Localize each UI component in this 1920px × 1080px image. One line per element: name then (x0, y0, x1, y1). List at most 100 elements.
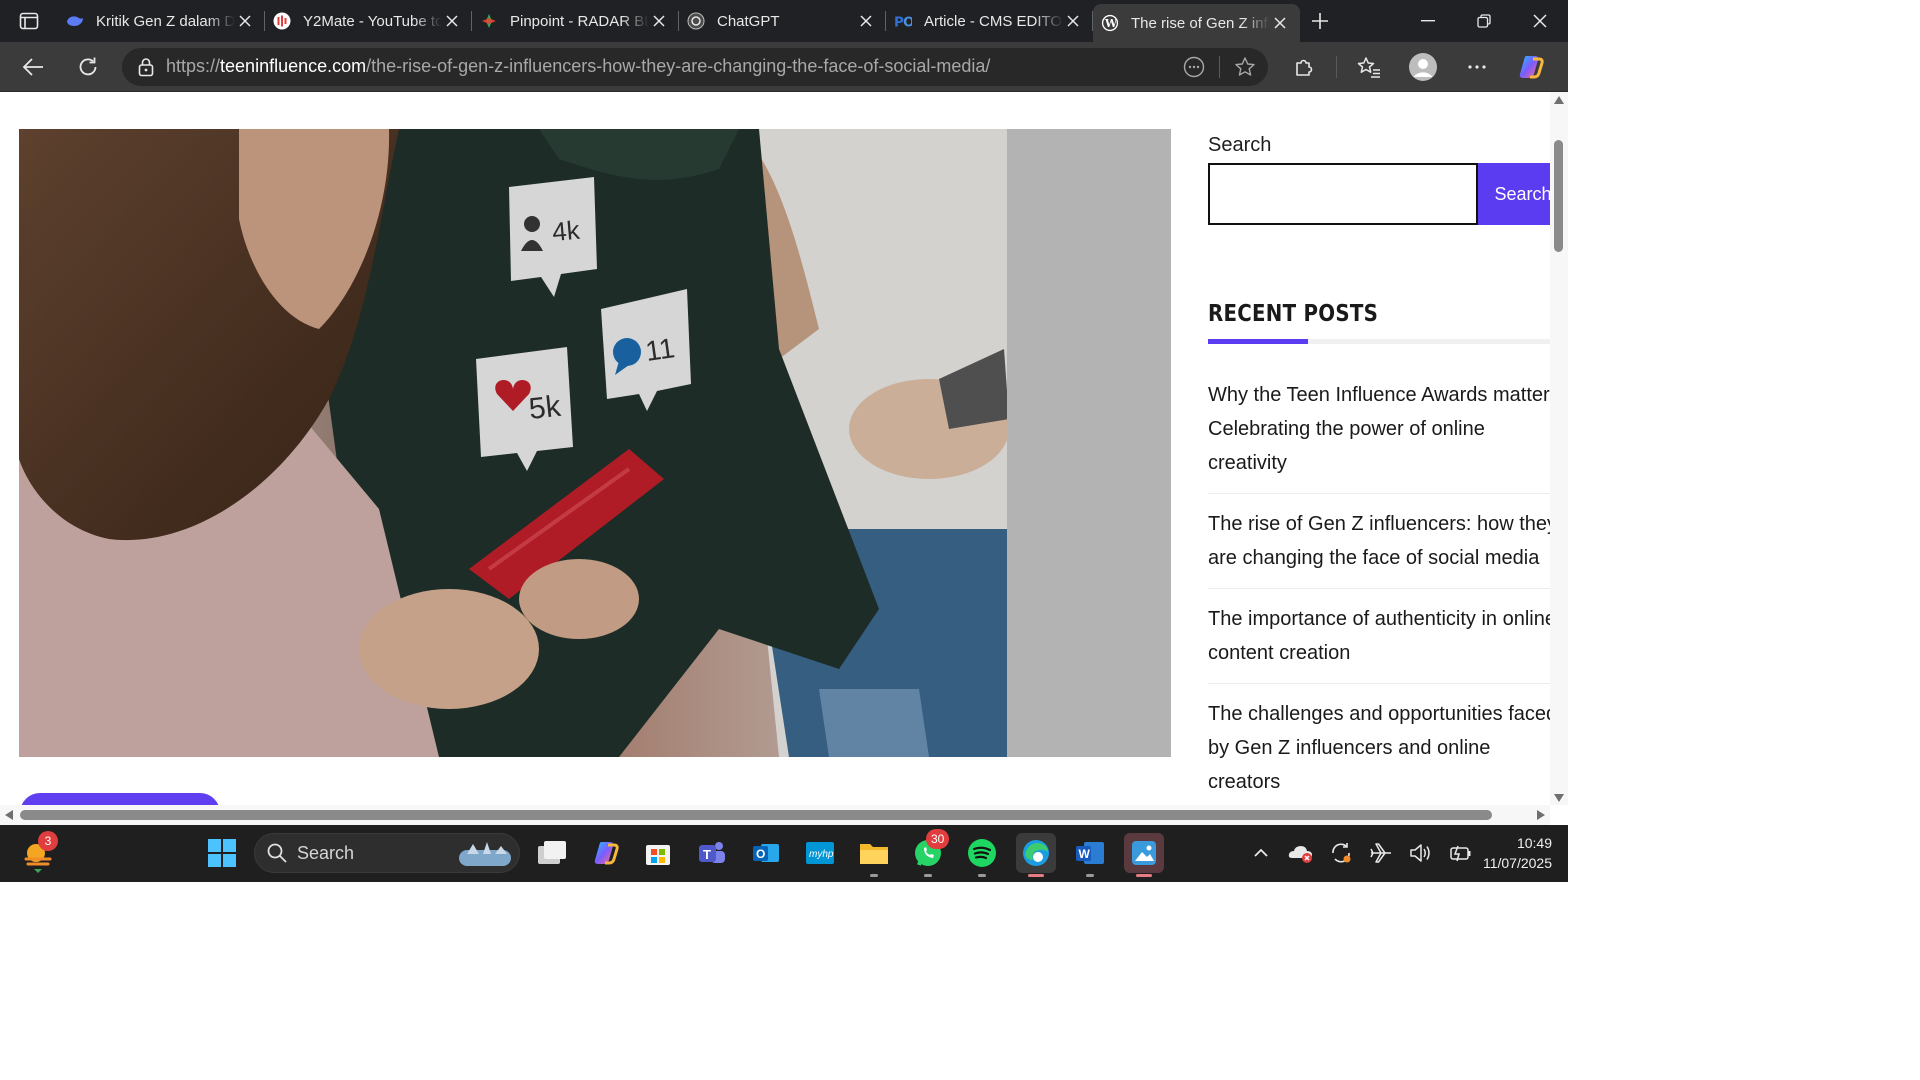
close-tab-icon[interactable] (235, 11, 255, 31)
scroll-left-arrow-icon[interactable] (4, 809, 14, 821)
svg-text:W: W (1079, 847, 1091, 861)
cms-po-icon: PO (894, 12, 912, 30)
scroll-down-arrow-icon[interactable] (1553, 793, 1565, 803)
horizontal-scrollbar-thumb[interactable] (20, 810, 1492, 820)
browser-tab[interactable]: Kritik Gen Z dalam Dunia (58, 0, 265, 42)
recent-post-link[interactable]: The challenges and opportunities faced b… (1208, 697, 1550, 805)
tab-title: The rise of Gen Z influencers (1131, 14, 1270, 32)
task-view-button[interactable] (532, 833, 572, 873)
recent-post-link[interactable]: The importance of authenticity in online… (1208, 602, 1550, 684)
sidebar: Search Search RECENT POSTS Why the Teen … (1208, 129, 1550, 805)
microsoft-store-app[interactable] (638, 833, 678, 873)
minimize-button[interactable] (1400, 0, 1456, 42)
back-arrow-icon (22, 57, 43, 76)
myhp-app[interactable]: myhp (800, 833, 840, 873)
refresh-button[interactable] (66, 49, 110, 85)
copilot-button[interactable] (1509, 49, 1553, 85)
tab-title: Kritik Gen Z dalam Dunia (96, 12, 235, 30)
onedrive-error-icon (1288, 846, 1312, 863)
minimize-icon (1421, 20, 1435, 22)
restore-button[interactable] (1456, 0, 1512, 42)
favorite-star-icon[interactable] (1234, 56, 1256, 78)
search-form: Search (1208, 163, 1550, 225)
browser-tab-strip: Kritik Gen Z dalam Dunia Y2Mate - YouTub… (0, 0, 1568, 42)
horizontal-scrollbar[interactable] (0, 805, 1550, 825)
folder-icon (860, 844, 888, 864)
deepseek-whale-icon (66, 12, 84, 30)
onedrive-status[interactable] (1288, 839, 1314, 867)
profile-avatar-icon (1409, 52, 1437, 81)
profile-button[interactable] (1401, 49, 1445, 85)
address-bar[interactable]: https://teeninfluence.com/the-rise-of-ge… (122, 47, 1268, 86)
close-tab-icon[interactable] (649, 11, 669, 31)
new-tab-button[interactable] (1300, 0, 1340, 42)
tab-actions-button[interactable] (0, 0, 58, 42)
photos-icon (1132, 841, 1156, 865)
svg-text:W: W (1104, 17, 1118, 30)
search-button[interactable]: Search (1478, 163, 1550, 225)
show-hidden-icons-button[interactable] (1248, 839, 1274, 867)
close-tab-icon[interactable] (856, 11, 876, 31)
browser-tab-active[interactable]: W The rise of Gen Z influencers (1093, 4, 1300, 42)
taskbar-search-box[interactable]: Search (254, 833, 520, 873)
windows-taskbar: 3 Search T O myhp 30 W 10:49 11/07/2025 (0, 825, 1568, 882)
spotify-app[interactable] (962, 833, 1002, 877)
vertical-scrollbar-thumb[interactable] (1554, 140, 1563, 252)
url-host: teeninfluence.com (220, 56, 367, 76)
taskbar-search-placeholder: Search (297, 842, 355, 863)
weather-widget[interactable]: 3 (20, 831, 60, 875)
puzzle-icon (1296, 59, 1313, 76)
copilot-app[interactable] (586, 833, 626, 873)
wordpress-icon: W (1101, 14, 1119, 32)
outlook-app[interactable]: O (746, 833, 786, 873)
browser-tab[interactable]: Pinpoint - RADAR BL (472, 0, 679, 42)
browser-tab[interactable]: ChatGPT (679, 0, 886, 42)
recent-post-link[interactable]: Why the Teen Influence Awards matter: Ce… (1208, 378, 1550, 494)
store-icon (646, 845, 670, 865)
recent-posts-heading: RECENT POSTS (1208, 301, 1379, 327)
sync-status[interactable] (1328, 839, 1354, 867)
clock-time: 10:49 (1516, 835, 1552, 851)
file-explorer-app[interactable] (854, 833, 894, 877)
search-label: Search (1208, 134, 1272, 156)
recent-post-link[interactable]: The rise of Gen Z influencers: how they … (1208, 507, 1550, 589)
teams-app[interactable]: T (692, 833, 732, 873)
settings-more-button[interactable] (1455, 49, 1499, 85)
back-button[interactable] (11, 49, 55, 85)
plus-icon (1312, 13, 1328, 29)
close-tab-icon[interactable] (1270, 13, 1290, 33)
svg-text:O: O (903, 14, 912, 30)
favorites-list-icon (1357, 56, 1380, 78)
search-icon (267, 843, 287, 863)
airplane-mode-status[interactable] (1368, 839, 1394, 867)
whatsapp-app[interactable]: 30 (908, 829, 950, 877)
browser-tab[interactable]: PO Article - CMS EDITOR (886, 0, 1093, 42)
scroll-up-arrow-icon[interactable] (1553, 95, 1565, 105)
window-controls (1400, 0, 1568, 42)
close-window-button[interactable] (1512, 0, 1568, 42)
running-indicator (924, 874, 932, 877)
volume-status[interactable] (1408, 839, 1434, 867)
tab-title: Pinpoint - RADAR BL (510, 12, 649, 30)
chevron-up-icon (1254, 848, 1268, 857)
extensions-button[interactable] (1282, 49, 1326, 85)
featured-image: 4k 5k 11 (19, 129, 1171, 757)
taskbar-clock[interactable]: 10:49 11/07/2025 (1452, 833, 1552, 873)
url-scheme: https:// (166, 56, 221, 76)
photos-app[interactable] (1124, 833, 1164, 877)
svg-text:O: O (756, 847, 765, 861)
more-options-circle-icon[interactable] (1183, 56, 1205, 78)
favorites-button[interactable] (1347, 49, 1391, 85)
vertical-scrollbar[interactable] (1550, 92, 1568, 805)
edge-app[interactable] (1016, 833, 1056, 877)
category-pill-button[interactable] (20, 793, 220, 805)
scroll-right-arrow-icon[interactable] (1536, 809, 1546, 821)
start-button[interactable] (204, 835, 240, 871)
close-tab-icon[interactable] (1063, 11, 1083, 31)
close-tab-icon[interactable] (442, 11, 462, 31)
svg-text:myhp: myhp (809, 849, 834, 860)
search-input[interactable] (1208, 163, 1479, 225)
lock-icon[interactable] (138, 57, 154, 77)
word-app[interactable]: W (1070, 833, 1110, 877)
browser-tab[interactable]: Y2Mate - YouTube to MP3 (265, 0, 472, 42)
